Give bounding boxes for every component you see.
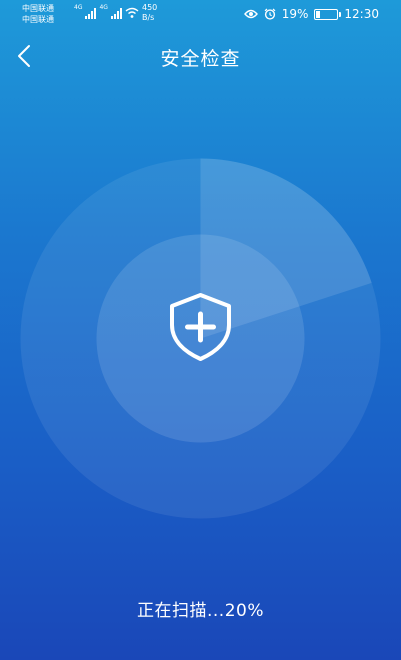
battery-percent: 19% [281, 7, 309, 21]
battery-icon [314, 8, 342, 20]
page-title: 安全检查 [160, 48, 241, 70]
signal-bars-1-icon [85, 7, 97, 19]
speed-value: 450 [142, 3, 158, 12]
scanner-graphic [20, 158, 381, 519]
app-header: 安全检查 [0, 36, 401, 76]
network-type-1: 4G [74, 4, 83, 11]
carrier-name-2: 中国联通 [22, 15, 54, 24]
carrier-name-1: 中国联通 [22, 4, 54, 13]
wifi-icon [125, 7, 139, 18]
scan-status-text: 正在扫描...20% [137, 601, 264, 621]
eye-icon [243, 9, 258, 19]
carrier-info: 中国联通 中国联通 [22, 3, 54, 25]
alarm-icon [264, 8, 276, 20]
clock-time: 12:30 [344, 7, 379, 21]
status-bar: 中国联通 中国联通 4G 4G 450 B/s 19% 12:30 [0, 0, 401, 30]
network-type-2: 4G [99, 4, 108, 11]
status-right: 19% 12:30 [243, 7, 379, 21]
security-scanner [20, 158, 381, 519]
signal-bars-2-icon [110, 7, 122, 19]
network-speed: 450 B/s [142, 3, 157, 23]
signal-indicators: 4G 4G [74, 5, 139, 19]
speed-unit: B/s [142, 13, 155, 22]
